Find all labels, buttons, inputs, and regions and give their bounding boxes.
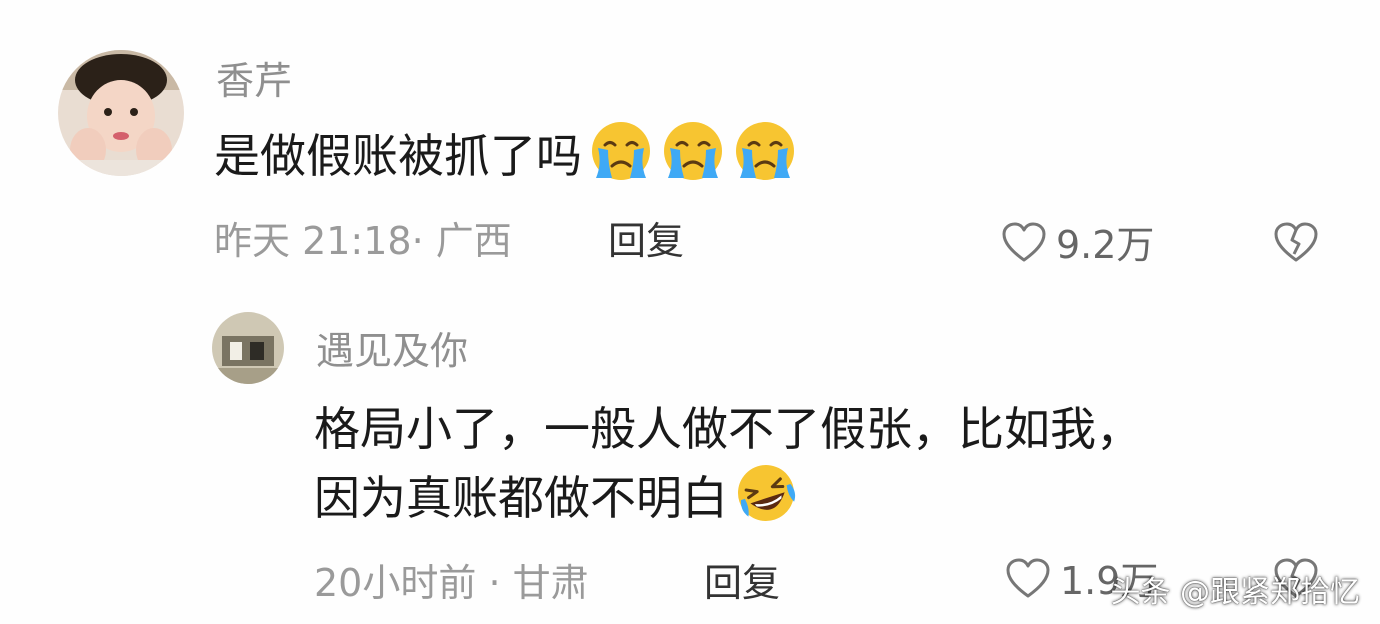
reply-button[interactable]: 回复 bbox=[608, 222, 684, 260]
comment-text-line: 格局小了，一般人做不了假张，比如我， bbox=[314, 402, 1142, 456]
watermark: 头条 @跟紧郑拾忆 bbox=[1110, 575, 1360, 610]
comment-text: 是做假账被抓了吗 bbox=[214, 120, 798, 199]
comment-username[interactable]: 遇见及你 bbox=[316, 332, 468, 370]
dislike-button[interactable] bbox=[1272, 220, 1320, 268]
crying-face-icon bbox=[660, 120, 726, 199]
comment-text-body: 是做假账被抓了吗 bbox=[214, 129, 582, 183]
broken-heart-icon bbox=[1272, 222, 1320, 268]
avatar[interactable] bbox=[212, 312, 284, 384]
crying-face-icon bbox=[732, 120, 798, 199]
like-button[interactable]: 9.2万 bbox=[1000, 220, 1154, 270]
comment-username[interactable]: 香芹 bbox=[216, 62, 292, 100]
avatar[interactable] bbox=[58, 50, 184, 176]
comment-meta: 20小时前 · 甘肃 bbox=[314, 564, 589, 602]
heart-icon bbox=[1000, 220, 1048, 270]
meta-separator: · bbox=[411, 219, 436, 263]
comment-time: 20小时前 bbox=[314, 561, 477, 605]
comment-location: 广西 bbox=[435, 219, 512, 263]
rolling-laughing-face-icon bbox=[734, 462, 798, 541]
heart-icon bbox=[1004, 556, 1052, 606]
comment-time: 昨天 21:18 bbox=[214, 219, 412, 263]
comment-list: 香芹 是做假账被抓了吗 昨天 21:18· 广西 回复 9.2万 遇见及你 格局… bbox=[0, 0, 1380, 624]
like-count: 9.2万 bbox=[1056, 223, 1155, 267]
comment-text-line: 因为真账都做不明白 bbox=[314, 471, 728, 525]
comment-location: 甘肃 bbox=[512, 561, 589, 605]
meta-separator: · bbox=[476, 561, 513, 605]
comment-text-line-wrap: 因为真账都做不明白 bbox=[314, 462, 1142, 541]
comment-text: 格局小了，一般人做不了假张，比如我， 因为真账都做不明白 bbox=[314, 396, 1142, 541]
comment-meta: 昨天 21:18· 广西 bbox=[214, 222, 512, 260]
crying-face-icon bbox=[588, 120, 654, 199]
reply-button[interactable]: 回复 bbox=[704, 564, 780, 602]
